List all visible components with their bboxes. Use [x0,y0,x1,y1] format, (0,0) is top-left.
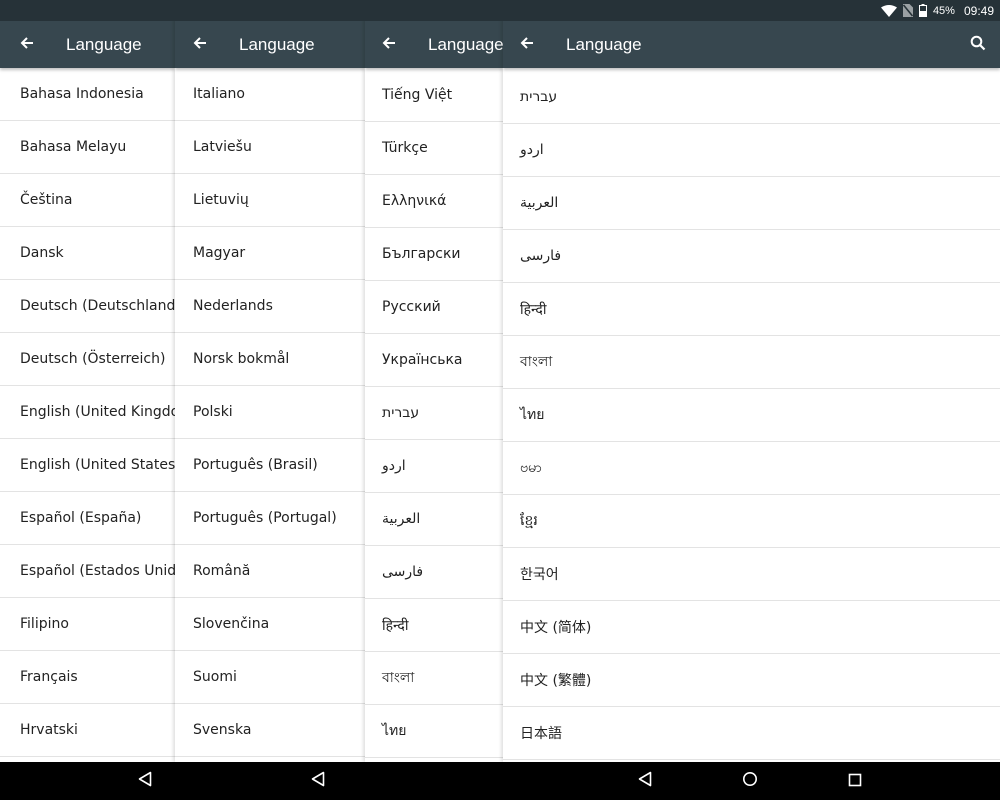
language-item[interactable]: Čeština [0,174,175,227]
nav-home-button[interactable] [730,762,770,800]
language-list: עברית اردو العربية فارسی हिन्दी বাংলা ไท… [503,71,1000,760]
back-triangle-icon [311,771,325,791]
app-bar: Language [365,21,503,68]
language-item[interactable]: Nederlands [175,280,365,333]
arrow-back-icon [381,35,397,55]
language-item[interactable]: Suomi [175,651,365,704]
language-item[interactable]: Български [365,228,503,281]
back-button[interactable] [182,21,218,68]
nav-recents-button[interactable] [835,762,875,800]
language-item[interactable]: Norsk bokmål [175,333,365,386]
recents-square-icon [848,772,862,791]
language-item[interactable]: English (United States) [0,439,175,492]
language-item[interactable]: Polski [175,386,365,439]
page-title: Language [428,35,503,54]
language-item[interactable]: فارسی [503,230,1000,283]
language-item[interactable]: Deutsch (Österreich) [0,333,175,386]
nav-back-button[interactable] [125,762,165,800]
language-item[interactable]: Română [175,545,365,598]
language-list: Italiano Latviešu Lietuvių Magyar Nederl… [175,68,365,757]
language-item[interactable]: বাংলা [503,336,1000,389]
language-item[interactable]: Türkçe [365,122,503,175]
page-title: Language [239,35,315,54]
status-icons: 45% 09:49 [880,0,994,21]
language-item[interactable]: Русский [365,281,503,334]
app-bar: Language [175,21,365,68]
language-item[interactable]: Lietuvių [175,174,365,227]
language-item[interactable]: ไทย [503,389,1000,442]
language-item[interactable]: Ελληνικά [365,175,503,228]
page-title: Language [566,35,642,54]
back-button[interactable] [371,21,407,68]
language-item[interactable]: Bahasa Indonesia [0,68,175,121]
language-item[interactable]: 한국어 [503,548,1000,601]
language-item[interactable]: Filipino [0,598,175,651]
language-item[interactable]: Italiano [175,68,365,121]
language-panel-4: Language עברית اردو العربية فارسی हिन्दी… [503,0,1000,762]
clock: 09:49 [963,3,994,18]
language-list: Bahasa Indonesia Bahasa Melayu Čeština D… [0,68,175,757]
status-bar: 45% 09:49 [0,0,1000,21]
language-item[interactable]: עברית [365,387,503,440]
navigation-bar [0,762,1000,800]
language-item[interactable]: Français [0,651,175,704]
language-panel-2: Language Italiano Latviešu Lietuvių Magy… [175,0,365,762]
page-title: Language [66,35,142,54]
home-circle-icon [742,771,758,791]
language-item[interactable]: العربية [503,177,1000,230]
search-icon [970,35,986,55]
language-item[interactable]: Español (Estados Unidos) [0,545,175,598]
nav-back-button[interactable] [298,762,338,800]
language-item[interactable]: Español (España) [0,492,175,545]
language-item[interactable]: 中文 (简体) [503,601,1000,654]
language-item[interactable]: Português (Brasil) [175,439,365,492]
language-item[interactable]: हिन्दी [365,599,503,652]
wifi-icon [880,4,897,17]
language-item[interactable]: हिन्दी [503,283,1000,336]
battery-percent: 45% [932,4,955,17]
language-list: Tiếng Việt Türkçe Ελληνικά Български Рус… [365,69,503,758]
language-item[interactable]: ไทย [365,705,503,758]
language-panel-1: Language Bahasa Indonesia Bahasa Melayu … [0,0,175,762]
language-item[interactable]: ខ្មែរ [503,495,1000,548]
language-item[interactable]: 日本語 [503,707,1000,760]
back-button[interactable] [509,21,545,68]
language-item[interactable]: Українська [365,334,503,387]
language-item[interactable]: اردو [365,440,503,493]
language-item[interactable]: فارسی [365,546,503,599]
language-item[interactable]: Deutsch (Deutschland) [0,280,175,333]
language-item[interactable]: Dansk [0,227,175,280]
language-item[interactable]: Slovenčina [175,598,365,651]
language-item[interactable]: Tiếng Việt [365,69,503,122]
language-item[interactable]: English (United Kingdom) [0,386,175,439]
search-button[interactable] [960,21,996,68]
no-sim-icon [902,4,913,17]
back-triangle-icon [638,771,652,791]
language-panel-3: Language Tiếng Việt Türkçe Ελληνικά Бълг… [365,0,503,762]
language-item[interactable]: العربية [365,493,503,546]
back-button[interactable] [9,21,45,68]
language-item[interactable]: اردو [503,124,1000,177]
language-item[interactable]: Hrvatski [0,704,175,757]
language-item[interactable]: עברית [503,71,1000,124]
language-item[interactable]: ဗမာ [503,442,1000,495]
app-bar: Language [0,21,175,68]
battery-icon [918,4,927,17]
arrow-back-icon [192,35,208,55]
language-item[interactable]: Latviešu [175,121,365,174]
language-item[interactable]: বাংলা [365,652,503,705]
language-item[interactable]: 中文 (繁體) [503,654,1000,707]
language-item[interactable]: Português (Portugal) [175,492,365,545]
language-item[interactable]: Bahasa Melayu [0,121,175,174]
nav-back-button[interactable] [625,762,665,800]
app-bar: Language [503,21,1000,68]
language-item[interactable]: Svenska [175,704,365,757]
arrow-back-icon [519,35,535,55]
language-item[interactable]: Magyar [175,227,365,280]
back-triangle-icon [138,771,152,791]
arrow-back-icon [19,35,35,55]
